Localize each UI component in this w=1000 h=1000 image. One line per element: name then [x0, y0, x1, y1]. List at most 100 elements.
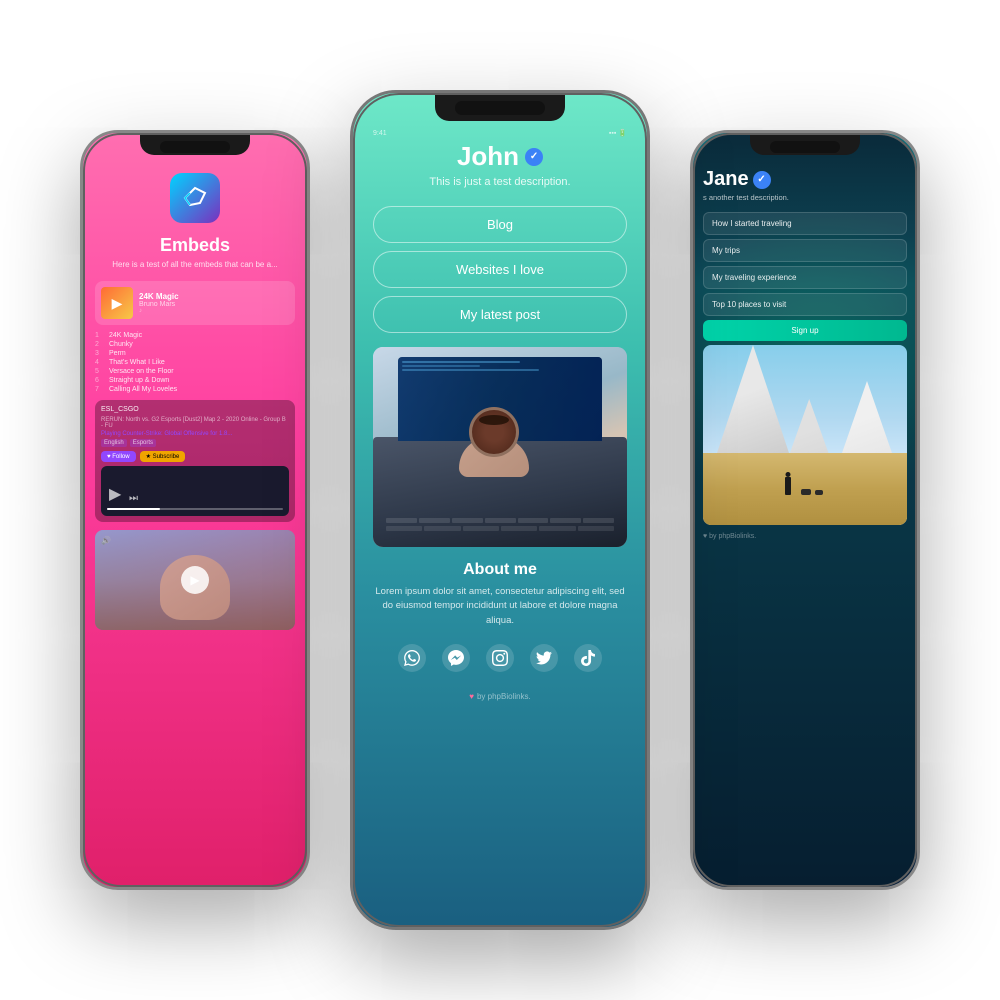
camera-right [770, 141, 840, 153]
key-row-2 [386, 526, 615, 531]
track-3: 3Perm [95, 349, 295, 358]
hand-coffee-group [449, 407, 539, 477]
latest-post-button[interactable]: My latest post [373, 296, 627, 333]
about-me-text: Lorem ipsum dolor sit amet, consectetur … [373, 585, 627, 628]
track-1: 124K Magic [95, 331, 295, 340]
left-content: Embeds Here is a test of all the embeds … [83, 133, 307, 642]
key [386, 518, 417, 523]
phone-center: 9:41 ▪▪▪ 🔋 John ✓ This is just a test de… [350, 90, 650, 930]
camera-center [455, 101, 545, 115]
left-phone-title: Embeds [95, 235, 295, 256]
key [539, 526, 575, 531]
websites-i-love-button[interactable]: Websites I love [373, 251, 627, 288]
center-content: 9:41 ▪▪▪ 🔋 John ✓ This is just a test de… [353, 93, 647, 721]
phones-container: Embeds Here is a test of all the embeds … [50, 50, 950, 950]
follow-icon: ♥ [107, 454, 111, 460]
status-time: 9:41 [373, 130, 387, 137]
power-button-right [917, 253, 920, 293]
twitter-icon[interactable] [530, 644, 558, 672]
mountain-scene [703, 345, 907, 525]
code-line [402, 365, 480, 367]
track-7: 7Calling All My Loveles [95, 385, 295, 394]
right-description: s another test description. [703, 193, 907, 202]
play-icon: ▶ [109, 484, 121, 504]
skip-icon: ⏭ [129, 493, 138, 504]
dog-shape-1 [801, 489, 811, 495]
key [424, 526, 460, 531]
track-5: 5Versace on the Floor [95, 367, 295, 376]
progress-bar [107, 508, 283, 510]
verified-badge: ✓ [525, 148, 543, 166]
app-logo [170, 173, 220, 223]
follow-button[interactable]: ♥ Follow [101, 451, 136, 462]
play-button[interactable]: ▶ [181, 566, 209, 594]
key [386, 526, 422, 531]
track-4: 4That's What I Like [95, 358, 295, 367]
artist-name: Bruno Mars [139, 301, 289, 308]
notch-left [140, 133, 250, 155]
subscribe-button[interactable]: ★ Subscribe [140, 451, 186, 462]
power-button-center [647, 213, 650, 253]
song-meta: ♪ [139, 308, 289, 314]
phone-center-screen: 9:41 ▪▪▪ 🔋 John ✓ This is just a test de… [353, 93, 647, 927]
notch-right [750, 133, 860, 155]
coffee-scene [373, 347, 627, 547]
key [463, 526, 499, 531]
notch-center [435, 93, 565, 121]
instagram-icon[interactable] [486, 644, 514, 672]
right-profile-name: Jane ✓ [703, 168, 907, 191]
twitch-channel: ESL_CSGO [101, 406, 289, 413]
song-title: 24K Magic [139, 292, 289, 301]
key [578, 526, 614, 531]
link-my-trips[interactable]: My trips [703, 239, 907, 262]
code-line [402, 361, 519, 363]
footer-brand: ♥ by phpBiolinks. [469, 692, 531, 701]
key [419, 518, 450, 523]
person-silhouette [785, 477, 791, 495]
link-traveling-experience[interactable]: My traveling experience [703, 266, 907, 289]
music-info: 24K Magic Bruno Mars ♪ [139, 292, 289, 314]
track-6: 6Straight up & Down [95, 376, 295, 385]
twitch-player: ▶ ⏭ [101, 466, 289, 516]
right-content: Jane ✓ s another test description. How I… [693, 133, 917, 550]
star-icon: ★ [146, 454, 151, 460]
code-line [402, 369, 539, 371]
dog-shape-2 [815, 490, 823, 495]
keyboard [386, 518, 615, 531]
phone-right: Jane ✓ s another test description. How I… [690, 130, 920, 890]
messenger-icon[interactable] [442, 644, 470, 672]
coffee-surface [479, 415, 509, 425]
signup-button[interactable]: Sign up [703, 320, 907, 341]
music-thumbnail: ▶ [101, 287, 133, 319]
key [452, 518, 483, 523]
power-button-left [307, 253, 310, 293]
profile-description: This is just a test description. [429, 176, 570, 188]
person-head [785, 472, 790, 477]
blog-button[interactable]: Blog [373, 206, 627, 243]
tag-esports: Esports [130, 439, 156, 447]
post-image [373, 347, 627, 547]
key [501, 526, 537, 531]
profile-name: John ✓ [457, 141, 543, 172]
social-icons-row [398, 644, 602, 672]
desert-floor [703, 453, 907, 525]
tiktok-icon[interactable] [574, 644, 602, 672]
video-thumbnail: 🔊 ▶ [95, 530, 295, 630]
tag-english: English [101, 439, 127, 447]
code-display [402, 361, 597, 371]
track-2: 2Chunky [95, 340, 295, 349]
status-bar-center: 9:41 ▪▪▪ 🔋 [373, 127, 627, 139]
whatsapp-icon[interactable] [398, 644, 426, 672]
heart-icon: ♥ [469, 692, 474, 701]
phone-left-screen: Embeds Here is a test of all the embeds … [83, 133, 307, 887]
status-icons: ▪▪▪ 🔋 [609, 129, 627, 137]
twitch-buttons: ♥ Follow ★ Subscribe [101, 451, 289, 462]
about-me-heading: About me [463, 561, 537, 579]
video-card: 🔊 ▶ [95, 530, 295, 630]
progress-fill [107, 508, 160, 510]
link-top-places[interactable]: Top 10 places to visit [703, 293, 907, 316]
key-row-1 [386, 518, 615, 523]
twitch-event: RERUN: North vs. G2 Esports [Dust2] Map … [101, 417, 289, 429]
key [583, 518, 614, 523]
link-traveling-started[interactable]: How I started traveling [703, 212, 907, 235]
